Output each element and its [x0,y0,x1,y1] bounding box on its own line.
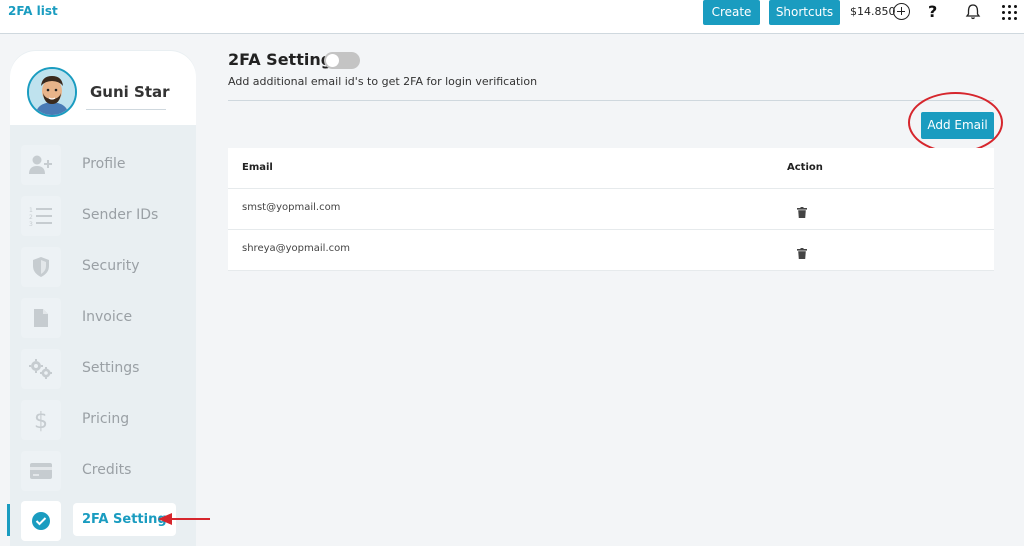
sidebar-item-security[interactable]: Security [0,247,200,287]
annotation-highlight-circle [908,92,1003,153]
email-cell: shreya@yopmail.com [242,243,350,254]
email-cell: smst@yopmail.com [242,202,341,213]
svg-text:1: 1 [29,207,33,214]
add-funds-icon[interactable] [893,3,910,20]
sidebar-item-invoice[interactable]: Invoice [0,298,200,338]
svg-text:$: $ [34,409,48,432]
gears-icon [21,349,61,389]
column-header-email: Email [242,162,273,173]
section-description: Add additional email id's to get 2FA for… [228,75,538,88]
add-user-icon [21,145,61,185]
create-button[interactable]: Create [703,0,760,25]
shortcuts-button[interactable]: Shortcuts [769,0,840,25]
bell-icon[interactable] [964,3,982,25]
sidebar-item-label: Invoice [82,309,133,325]
table-row: smst@yopmail.com [228,189,994,230]
annotation-arrow-icon [158,513,210,525]
sidebar-item-profile[interactable]: Profile [0,145,200,185]
divider [228,100,994,101]
sidebar-item-label: Pricing [82,411,130,427]
document-icon [21,298,61,338]
trash-icon[interactable] [797,203,807,222]
table-header-row: Email Action [228,148,994,189]
dollar-icon: $ [21,400,61,440]
user-name: Guni Star [90,83,170,101]
top-bar: 2FA list Create Shortcuts $14.850 ? [0,0,1024,34]
sidebar-item-label: Security [82,258,140,274]
sidebar-item-pricing[interactable]: $ Pricing [0,400,200,440]
sidebar-item-credits[interactable]: Credits [0,451,200,491]
section-title: 2FA Setting [228,50,333,69]
table-row: shreya@yopmail.com [228,230,994,271]
svg-text:2: 2 [29,214,33,221]
shield-icon [21,247,61,287]
column-header-action: Action [787,162,823,173]
divider [86,109,166,110]
sidebar-item-label: Settings [82,360,140,376]
help-icon[interactable]: ? [928,2,937,21]
avatar[interactable] [27,67,77,117]
credit-card-icon [21,451,61,491]
svg-text:3: 3 [29,221,33,226]
sidebar-item-sender-ids[interactable]: 123 Sender IDs [0,196,200,236]
page-title: 2FA list [8,4,58,18]
balance-amount: $14.850 [850,5,896,18]
sidebar-item-settings[interactable]: Settings [0,349,200,389]
sidebar-item-label: Credits [82,462,132,478]
sidebar-item-label: Sender IDs [82,207,159,223]
trash-icon[interactable] [797,244,807,263]
sidebar-item-label: Profile [82,156,126,172]
apps-grid-icon[interactable] [1002,5,1017,20]
check-circle-icon [21,501,61,541]
2fa-toggle[interactable] [324,52,360,69]
numbered-list-icon: 123 [21,196,61,236]
email-table: Email Action smst@yopmail.com shreya@yop… [228,148,994,271]
